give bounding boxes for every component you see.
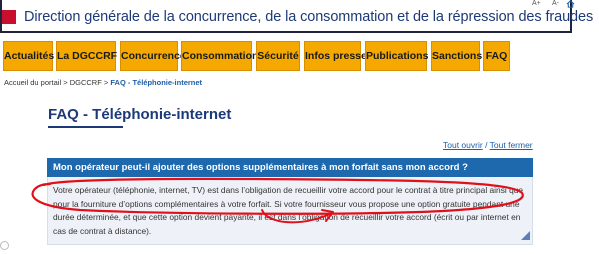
breadcrumb-home-link[interactable]: Accueil du portail xyxy=(4,78,61,87)
nav-item-concurrence[interactable]: Concurrence xyxy=(120,41,186,71)
collapse-corner-icon[interactable] xyxy=(521,231,530,240)
toggle-separator: / xyxy=(485,140,488,150)
breadcrumb-parent-link[interactable]: DGCCRF xyxy=(70,78,102,87)
nav-item-faq[interactable]: FAQ xyxy=(483,41,510,71)
font-increase-button[interactable]: A+ xyxy=(532,0,541,7)
nav-item-actualites[interactable]: Actualités xyxy=(3,41,54,71)
nav-item-securite[interactable]: Sécurité xyxy=(256,41,300,71)
logo-marianne-icon xyxy=(2,10,16,24)
nav-item-publications[interactable]: Publications xyxy=(365,41,428,71)
nav-item-infos-presse[interactable]: Infos presse xyxy=(304,41,367,71)
main-navigation: Actualités La DGCCRF Concurrence Consomm… xyxy=(0,41,599,71)
faq-answer-text: Votre opérateur (téléphonie, internet, T… xyxy=(53,185,524,236)
breadcrumb-current: FAQ - Téléphonie-internet xyxy=(110,78,203,87)
home-icon[interactable] xyxy=(566,0,575,8)
nav-item-consommation[interactable]: Consommation xyxy=(181,41,258,71)
faq-question-header[interactable]: Mon opérateur peut-il ajouter des option… xyxy=(47,158,533,177)
faq-answer-panel: Votre opérateur (téléphonie, internet, T… xyxy=(47,177,533,245)
toggle-all-links: Tout ouvrir / Tout fermer xyxy=(443,140,533,150)
font-decrease-button[interactable]: A- xyxy=(552,0,559,7)
close-all-link[interactable]: Tout fermer xyxy=(490,140,533,150)
breadcrumb-separator: > xyxy=(103,78,109,87)
page-title: FAQ - Téléphonie-internet xyxy=(48,106,232,123)
nav-item-sanctions[interactable]: Sanctions xyxy=(431,41,482,71)
scroll-corner-icon xyxy=(0,241,9,250)
site-header: Direction générale de la concurrence, de… xyxy=(0,0,593,33)
title-underline xyxy=(48,126,123,128)
open-all-link[interactable]: Tout ouvrir xyxy=(443,140,483,150)
nav-item-dgccrf[interactable]: La DGCCRF xyxy=(56,41,117,71)
site-title: Direction générale de la concurrence, de… xyxy=(24,9,594,25)
breadcrumb-separator: > xyxy=(63,78,68,87)
breadcrumb: Accueil du portail > DGCCRF > FAQ - Télé… xyxy=(4,78,202,87)
